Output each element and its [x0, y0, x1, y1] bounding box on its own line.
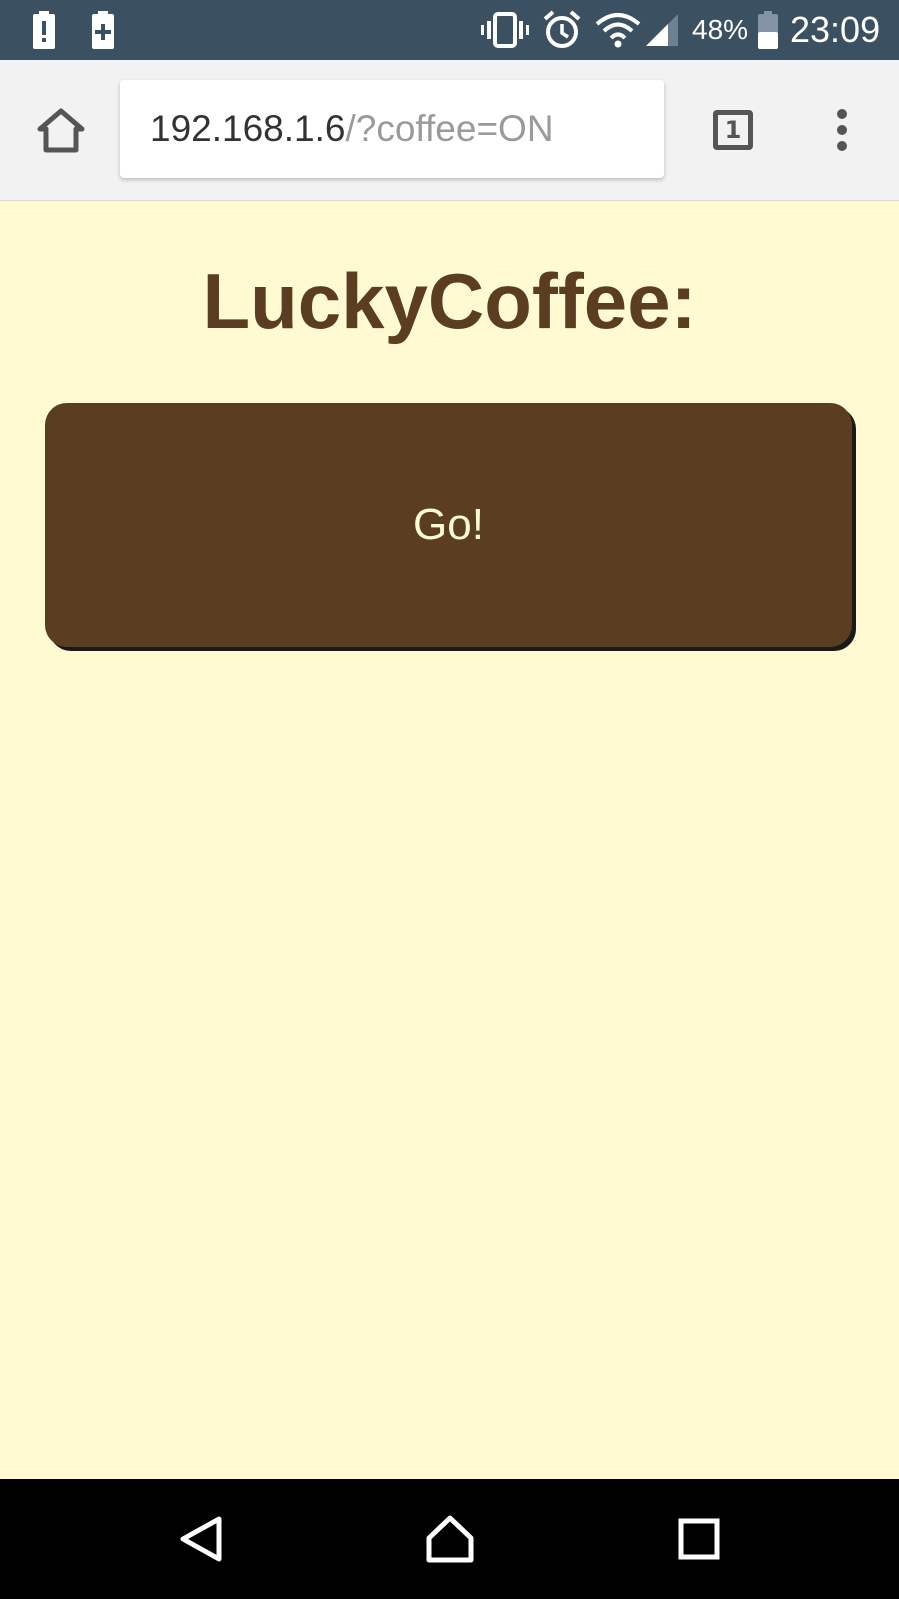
home-button[interactable]: [28, 95, 94, 165]
back-icon: [180, 1516, 222, 1562]
clock-time: 23:09: [790, 9, 881, 50]
tab-switcher-button[interactable]: 1: [700, 95, 766, 165]
phone-screen: 48% 23:09 192.168.1.6/?coffee=ON 1 Lucky…: [0, 0, 899, 1599]
status-bar: 48% 23:09: [0, 0, 899, 60]
more-vert-icon: [837, 109, 847, 151]
home-outline-icon: [37, 108, 85, 153]
cell-signal-icon: [643, 10, 681, 50]
home-icon: [426, 1515, 474, 1563]
wifi-icon: [595, 10, 641, 50]
vibrate-icon: [481, 10, 529, 50]
url-bar[interactable]: 192.168.1.6/?coffee=ON: [120, 80, 664, 178]
recents-button[interactable]: [654, 1499, 744, 1579]
page-title: LuckyCoffee:: [202, 257, 697, 345]
battery-percent: 48%: [692, 14, 749, 45]
alarm-icon: [541, 10, 583, 50]
web-page: LuckyCoffee: Go!: [0, 201, 899, 1479]
alert-notification-icon: [30, 10, 58, 50]
navigation-bar: [0, 1479, 899, 1599]
url-path: /?coffee=ON: [345, 108, 554, 149]
overflow-menu-button[interactable]: [812, 95, 872, 165]
battery-icon: [757, 10, 779, 50]
browser-toolbar: 192.168.1.6/?coffee=ON 1: [0, 60, 899, 201]
battery-plus-notification-icon: [89, 10, 117, 50]
back-button[interactable]: [156, 1499, 246, 1579]
home-nav-button[interactable]: [405, 1499, 495, 1579]
recents-icon: [678, 1518, 720, 1560]
go-button[interactable]: Go!: [45, 403, 852, 647]
url-host: 192.168.1.6: [150, 108, 346, 149]
tab-count: 1: [713, 110, 753, 150]
